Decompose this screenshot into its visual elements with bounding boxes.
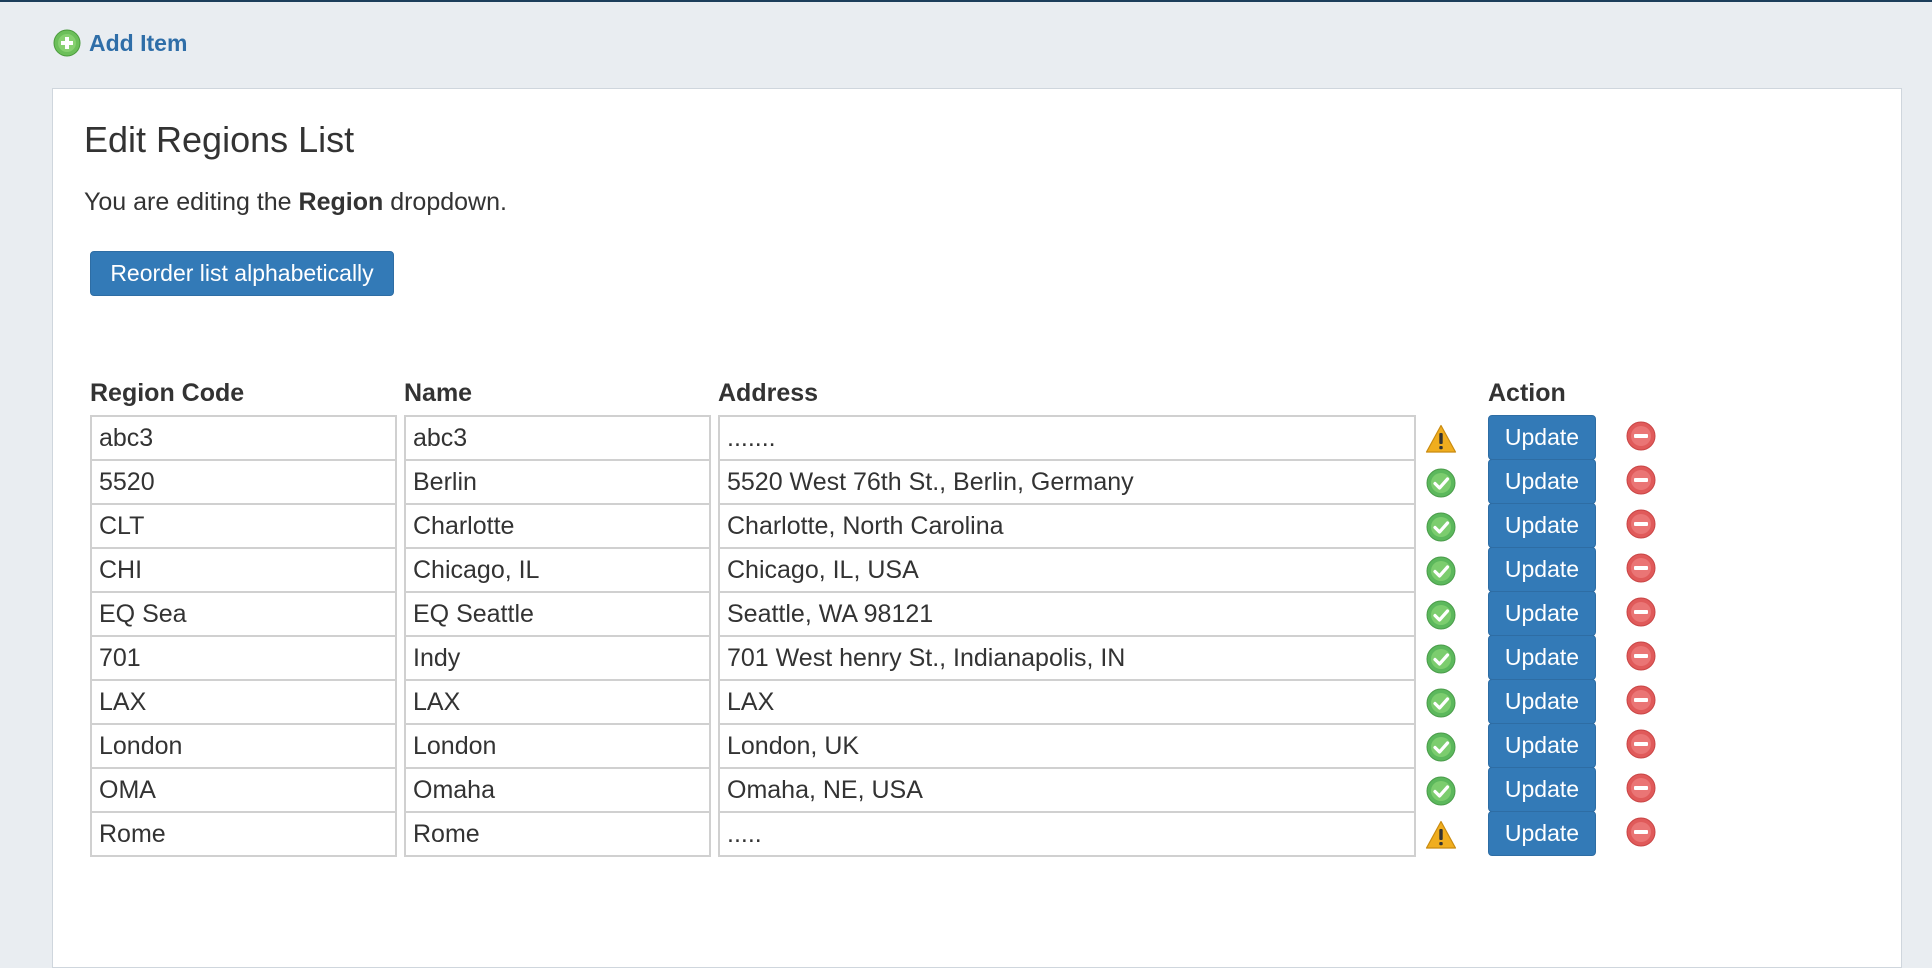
table-row: Update xyxy=(53,415,1903,461)
subtitle-prefix: You are editing the xyxy=(84,188,299,216)
update-button[interactable]: Update xyxy=(1488,503,1596,548)
table-row: Update xyxy=(53,459,1903,505)
region-code-input[interactable] xyxy=(90,547,397,593)
region-name-input[interactable] xyxy=(404,503,711,549)
region-code-input[interactable] xyxy=(90,811,397,857)
table-row: Update xyxy=(53,591,1903,637)
check-icon xyxy=(1425,599,1457,631)
add-item-label[interactable]: Add Item xyxy=(89,30,187,57)
region-code-input[interactable] xyxy=(90,723,397,769)
check-icon xyxy=(1425,775,1457,807)
plus-circle-icon xyxy=(53,29,81,57)
check-icon xyxy=(1425,511,1457,543)
delete-icon[interactable] xyxy=(1626,553,1656,583)
region-address-input[interactable] xyxy=(718,591,1416,637)
region-code-input[interactable] xyxy=(90,459,397,505)
warning-icon xyxy=(1425,423,1457,455)
region-code-input[interactable] xyxy=(90,415,397,461)
region-address-input[interactable] xyxy=(718,459,1416,505)
delete-icon[interactable] xyxy=(1626,597,1656,627)
delete-icon[interactable] xyxy=(1626,817,1656,847)
update-button[interactable]: Update xyxy=(1488,547,1596,592)
delete-icon[interactable] xyxy=(1626,685,1656,715)
region-address-input[interactable] xyxy=(718,811,1416,857)
region-name-input[interactable] xyxy=(404,547,711,593)
update-button[interactable]: Update xyxy=(1488,723,1596,768)
add-item-link[interactable]: Add Item xyxy=(53,27,187,59)
delete-icon[interactable] xyxy=(1626,641,1656,671)
header-address: Address xyxy=(718,379,819,407)
region-name-input[interactable] xyxy=(404,415,711,461)
table-row: Update xyxy=(53,811,1903,857)
delete-icon[interactable] xyxy=(1626,509,1656,539)
check-icon xyxy=(1425,687,1457,719)
edit-regions-panel: Edit Regions List You are editing the Re… xyxy=(52,88,1902,968)
warning-icon xyxy=(1425,819,1457,851)
region-name-input[interactable] xyxy=(404,459,711,505)
region-code-input[interactable] xyxy=(90,591,397,637)
check-icon xyxy=(1425,555,1457,587)
page-title: Edit Regions List xyxy=(84,119,355,160)
update-button[interactable]: Update xyxy=(1488,635,1596,680)
update-button[interactable]: Update xyxy=(1488,459,1596,504)
table-row: Update xyxy=(53,679,1903,725)
region-code-input[interactable] xyxy=(90,679,397,725)
delete-icon[interactable] xyxy=(1626,729,1656,759)
table-row: Update xyxy=(53,767,1903,813)
table-row: Update xyxy=(53,635,1903,681)
table-row: Update xyxy=(53,503,1903,549)
table-row: Update xyxy=(53,723,1903,769)
region-name-input[interactable] xyxy=(404,723,711,769)
panel-subtitle: You are editing the Region dropdown. xyxy=(84,188,507,217)
region-code-input[interactable] xyxy=(90,503,397,549)
update-button[interactable]: Update xyxy=(1488,591,1596,636)
region-code-input[interactable] xyxy=(90,767,397,813)
region-address-input[interactable] xyxy=(718,767,1416,813)
region-name-input[interactable] xyxy=(404,767,711,813)
subtitle-bold: Region xyxy=(298,188,384,216)
update-button[interactable]: Update xyxy=(1488,679,1596,724)
check-icon xyxy=(1425,467,1457,499)
update-button[interactable]: Update xyxy=(1488,811,1596,856)
region-code-input[interactable] xyxy=(90,635,397,681)
region-address-input[interactable] xyxy=(718,635,1416,681)
region-name-input[interactable] xyxy=(404,811,711,857)
region-address-input[interactable] xyxy=(718,723,1416,769)
top-border xyxy=(0,0,1932,2)
delete-icon[interactable] xyxy=(1626,773,1656,803)
region-address-input[interactable] xyxy=(718,415,1416,461)
region-name-input[interactable] xyxy=(404,591,711,637)
table-row: Update xyxy=(53,547,1903,593)
update-button[interactable]: Update xyxy=(1488,767,1596,812)
region-address-input[interactable] xyxy=(718,547,1416,593)
region-address-input[interactable] xyxy=(718,503,1416,549)
reorder-alphabetically-button[interactable]: Reorder list alphabetically xyxy=(90,251,394,296)
update-button[interactable]: Update xyxy=(1488,415,1596,460)
region-name-input[interactable] xyxy=(404,679,711,725)
delete-icon[interactable] xyxy=(1626,421,1656,451)
region-name-input[interactable] xyxy=(404,635,711,681)
check-icon xyxy=(1425,643,1457,675)
delete-icon[interactable] xyxy=(1626,465,1656,495)
region-address-input[interactable] xyxy=(718,679,1416,725)
header-name: Name xyxy=(404,379,473,407)
header-action: Action xyxy=(1488,379,1566,407)
header-region-code: Region Code xyxy=(90,379,245,407)
check-icon xyxy=(1425,731,1457,763)
subtitle-suffix: dropdown. xyxy=(383,188,507,216)
